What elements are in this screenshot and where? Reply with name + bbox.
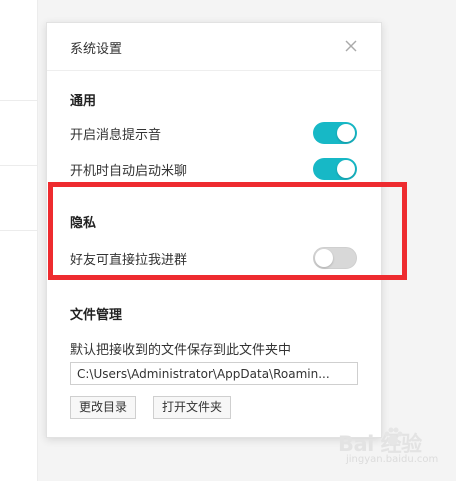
open-folder-button[interactable]: 打开文件夹 (153, 396, 232, 419)
privacy-highlight-box (48, 182, 407, 280)
background-right (420, 0, 456, 481)
baidu-watermark: Bai 经验 jingyan.baidu.com (338, 420, 438, 472)
download-path-field[interactable] (70, 362, 358, 385)
autostart-toggle[interactable] (313, 158, 357, 180)
change-directory-button[interactable]: 更改目录 (70, 396, 137, 419)
dialog-header: 系统设置 (47, 23, 381, 71)
toggle-knob (337, 124, 355, 142)
toggle-knob (337, 160, 355, 178)
baidu-paw-icon (384, 427, 403, 445)
background-divider (0, 165, 37, 166)
background-panel (0, 0, 38, 481)
background-divider (0, 100, 37, 101)
files-description: 默认把接收到的文件保存到此文件夹中 (70, 343, 292, 358)
sound-toggle[interactable] (313, 122, 357, 144)
dialog-title: 系统设置 (70, 42, 123, 57)
background-divider (0, 230, 37, 231)
autostart-setting-label: 开机时自动启动米聊 (70, 164, 188, 179)
close-icon[interactable] (343, 38, 359, 54)
watermark-sub: jingyan.baidu.com (346, 454, 439, 465)
section-general-title: 通用 (70, 94, 97, 109)
section-files-title: 文件管理 (70, 308, 123, 323)
sound-setting-label: 开启消息提示音 (70, 128, 162, 143)
